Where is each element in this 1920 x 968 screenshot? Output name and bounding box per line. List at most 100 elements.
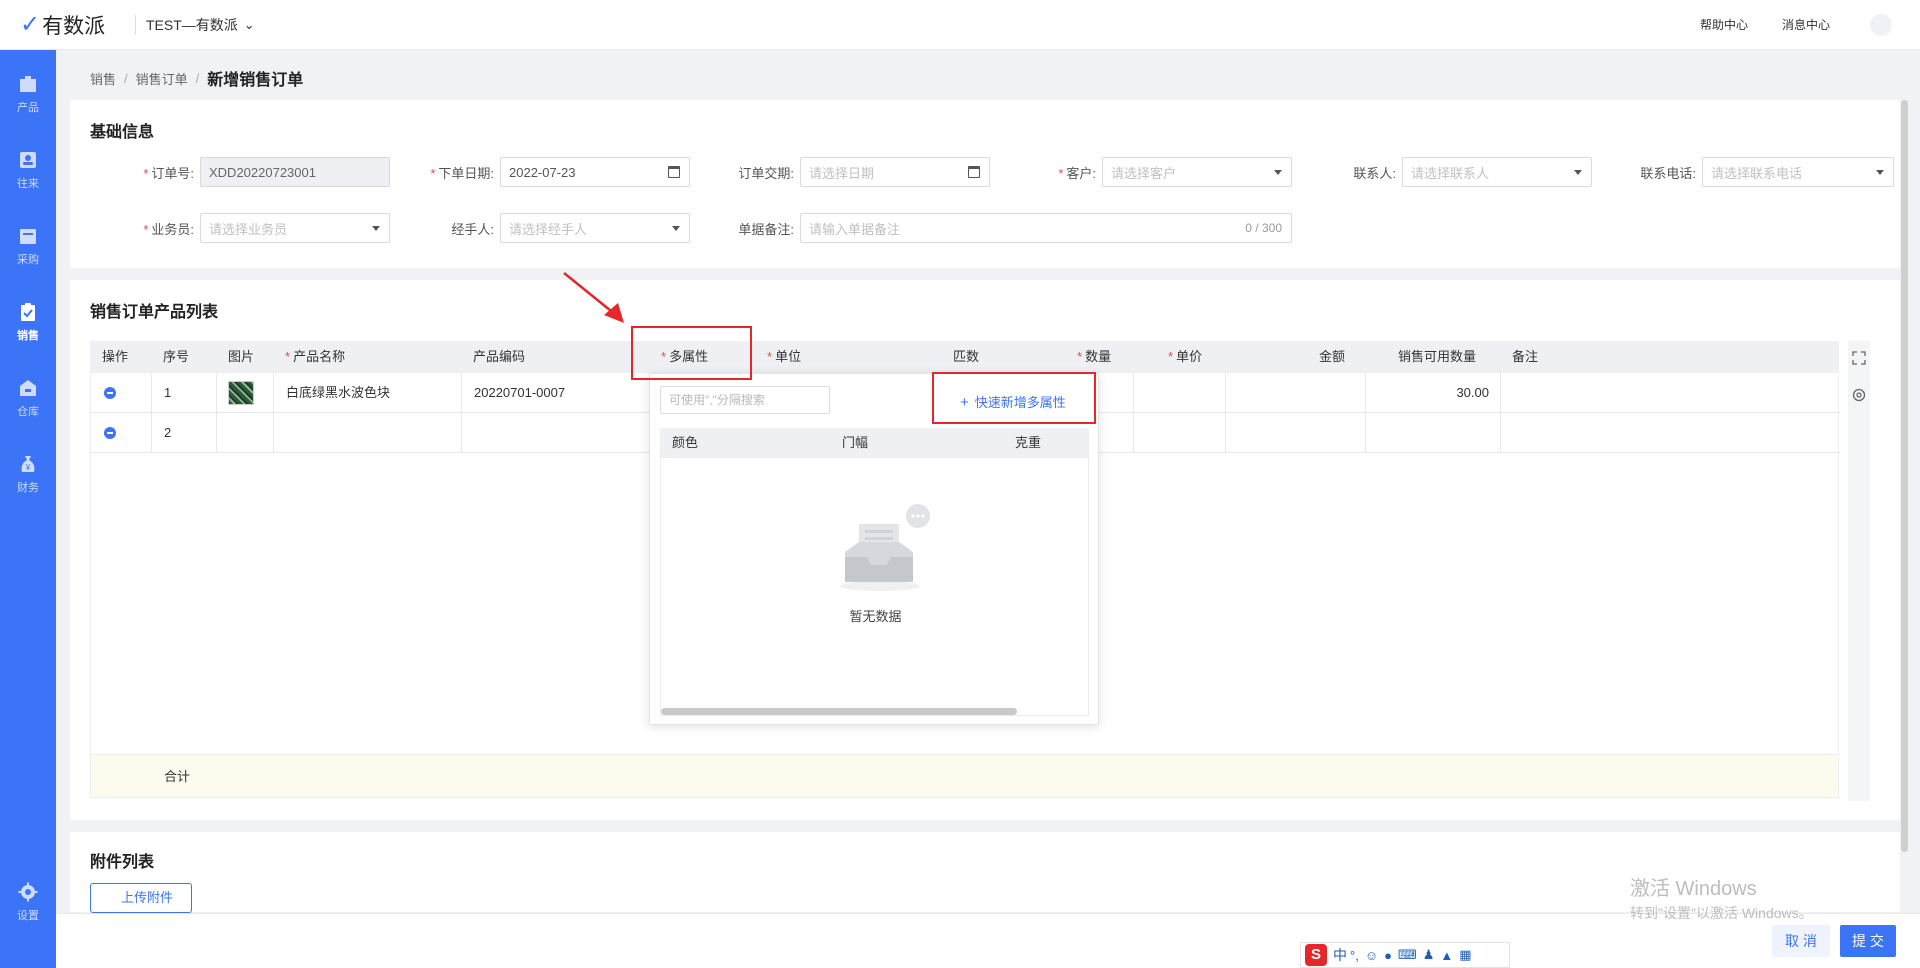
breadcrumb-sales[interactable]: 销售 — [90, 69, 116, 88]
remark-label: 单据备注: — [738, 221, 794, 237]
remark-field: 单据备注: 请输入单据备注 0 / 300 — [710, 213, 1292, 243]
logo-check-icon: ✓ — [20, 11, 41, 38]
col-img: 图片 — [228, 349, 255, 364]
breadcrumb-sales-orders[interactable]: 销售订单 — [136, 69, 188, 88]
message-center-link[interactable]: 消息中心 — [1782, 16, 1830, 33]
salesman-field: * 业务员: 请选择业务员 — [110, 213, 390, 243]
total-label: 合计 — [164, 769, 191, 784]
order-no-label: 订单号: — [151, 165, 194, 181]
col-note: 备注 — [1512, 349, 1539, 364]
order-date-input[interactable]: 2022-07-23 — [500, 157, 690, 187]
breadcrumb: 销售 / 销售订单 / 新增销售订单 — [90, 66, 303, 90]
remove-row-icon[interactable] — [104, 387, 116, 399]
windows-activation-watermark: 激活 Windows 转到"设置"以激活 Windows。 — [1630, 878, 1813, 921]
handler-select[interactable]: 请选择经手人 — [500, 213, 690, 243]
row-product-code: 20220701-0007 — [474, 385, 566, 400]
sidebar-item-contacts[interactable]: 往来 — [0, 142, 56, 198]
sidebar-item-warehouse[interactable]: 仓库 — [0, 370, 56, 426]
phone-select[interactable]: 请选择联系电话 — [1702, 157, 1894, 187]
attachments-title: 附件列表 — [90, 854, 155, 871]
col-qty: * 数量 — [1077, 349, 1112, 364]
row-avail-qty: 30.00 — [1456, 385, 1489, 400]
col-name: * 产品名称 — [285, 349, 346, 364]
page-scrollbar[interactable] — [1901, 100, 1908, 852]
contact-field: 联系人: 请选择联系人 — [1310, 157, 1592, 187]
row-seq: 1 — [164, 385, 172, 400]
col-op: 操作 — [102, 349, 129, 364]
order-date-label: 下单日期: — [438, 165, 494, 181]
delivery-date-input[interactable]: 请选择日期 — [800, 157, 990, 187]
top-bar: ✓ 有数派 TEST—有数派 ⌄ 帮助中心 消息中心 — [0, 0, 1920, 50]
sidebar-item-label: 设置 — [17, 909, 39, 922]
remove-row-icon[interactable] — [104, 427, 116, 439]
sidebar-item-label: 仓库 — [17, 405, 39, 418]
sidebar: 产品 往来 采购 销售 仓库 ¥ 财务 设置 — [0, 50, 56, 968]
customer-field: * 客户: 请选择客户 — [1010, 157, 1292, 187]
breadcrumb-separator: / — [195, 70, 200, 86]
caret-down-icon — [1274, 170, 1282, 175]
microphone-icon[interactable]: ● — [1384, 948, 1392, 963]
multi-attribute-dropdown: 可使用","分隔搜索 + 快速新增多属性 颜色 门幅 克重 暂无数据 — [649, 373, 1099, 725]
sidebar-item-label: 销售 — [17, 329, 39, 342]
money-bag-icon: ¥ — [21, 455, 35, 472]
sidebar-item-sales[interactable]: 销售 — [0, 294, 56, 350]
contact-label: 联系人: — [1353, 165, 1396, 181]
customer-select[interactable]: 请选择客户 — [1102, 157, 1292, 187]
handler-label: 经手人: — [451, 221, 494, 237]
remark-input[interactable]: 请输入单据备注 0 / 300 — [800, 213, 1292, 243]
skin-icon[interactable]: ▲ — [1440, 948, 1453, 963]
attribute-table-header: 颜色 门幅 克重 — [660, 428, 1089, 458]
order-no-field: * 订单号: XDD20220723001 — [110, 157, 390, 187]
red-arrow-icon — [563, 272, 624, 323]
column-settings-gear-icon[interactable] — [1851, 387, 1867, 403]
col-weight: 克重 — [1015, 435, 1042, 450]
calendar-icon — [968, 166, 980, 178]
submit-button[interactable]: 提 交 — [1840, 925, 1896, 957]
avatar[interactable] — [1870, 13, 1892, 36]
fullscreen-icon[interactable] — [1852, 351, 1866, 365]
gear-icon — [18, 882, 38, 901]
product-list-title: 销售订单产品列表 — [90, 304, 219, 321]
sidebar-item-purchase[interactable]: 采购 — [0, 218, 56, 274]
help-center-link[interactable]: 帮助中心 — [1700, 16, 1748, 33]
attribute-table-body: 暂无数据 — [660, 458, 1089, 716]
highlight-box — [631, 326, 752, 380]
sogou-logo-icon[interactable]: S — [1305, 944, 1327, 966]
upload-attachment-button[interactable]: 上传附件 — [90, 883, 192, 913]
ime-mode[interactable]: 中 — [1333, 945, 1347, 965]
delivery-date-field: 订单交期: 请选择日期 — [710, 157, 990, 187]
phone-label: 联系电话: — [1640, 165, 1696, 181]
col-avail: 销售可用数量 — [1398, 349, 1477, 364]
sidebar-item-product[interactable]: 产品 — [0, 66, 56, 122]
app-logo[interactable]: ✓ 有数派 — [0, 10, 135, 40]
highlight-box — [932, 372, 1096, 424]
cart-icon — [20, 228, 36, 244]
delivery-date-label: 订单交期: — [738, 165, 794, 181]
row-seq: 2 — [164, 425, 172, 440]
order-date-field: * 下单日期: 2022-07-23 — [410, 157, 690, 187]
emoji-icon[interactable]: ☺ — [1365, 948, 1378, 963]
row-product-name[interactable]: 白底绿黑水波色块 — [286, 373, 390, 413]
empty-state-text: 暂无数据 — [849, 609, 902, 624]
order-no-input[interactable]: XDD20220723001 — [200, 157, 390, 187]
basic-info-title: 基础信息 — [90, 124, 155, 141]
user-icon[interactable]: ♟ — [1423, 947, 1435, 963]
attribute-search-input[interactable]: 可使用","分隔搜索 — [660, 386, 830, 414]
attachments-card — [70, 832, 1900, 912]
product-thumbnail[interactable] — [228, 381, 254, 405]
punctuation-icon[interactable]: °, — [1350, 948, 1359, 963]
org-switcher[interactable]: TEST—有数派 ⌄ — [146, 15, 255, 35]
contact-select[interactable]: 请选择联系人 — [1402, 157, 1592, 187]
chevron-down-icon: ⌄ — [243, 16, 255, 32]
salesman-select[interactable]: 请选择业务员 — [200, 213, 390, 243]
keyboard-icon[interactable]: ⌨ — [1398, 947, 1417, 963]
empty-inbox-icon — [840, 504, 930, 591]
sidebar-item-finance[interactable]: ¥ 财务 — [0, 446, 56, 502]
cancel-button[interactable]: 取 消 — [1772, 925, 1830, 957]
horizontal-scrollbar[interactable] — [661, 708, 1017, 715]
sidebar-item-settings[interactable]: 设置 — [0, 874, 56, 930]
grid-icon[interactable]: ▦ — [1459, 947, 1471, 963]
caret-down-icon — [672, 226, 680, 231]
ime-toolbar: S 中 °, ☺ ● ⌨ ♟ ▲ ▦ — [1300, 942, 1510, 968]
calendar-icon — [668, 166, 680, 178]
